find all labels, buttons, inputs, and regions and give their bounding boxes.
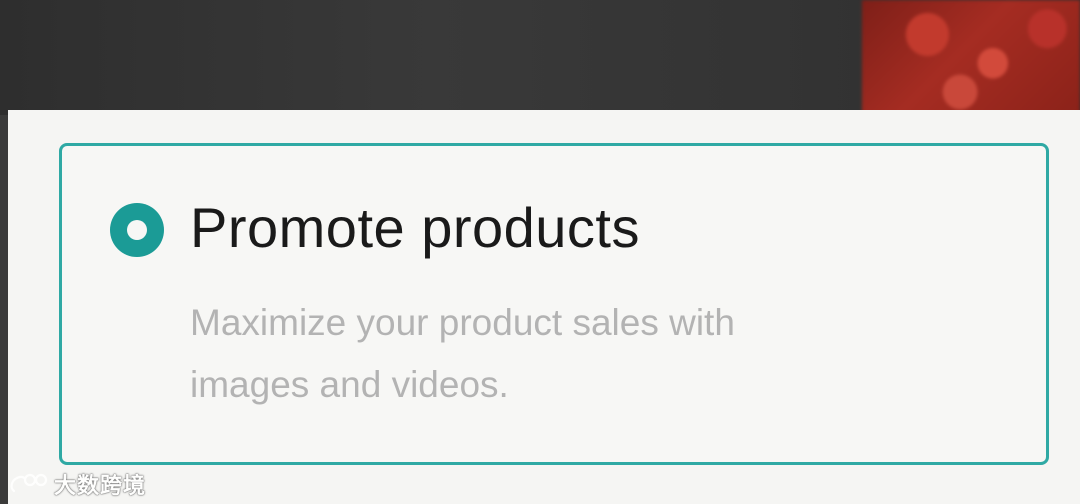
radio-selected-icon[interactable]: [110, 203, 164, 257]
watermark: 大数跨境: [8, 468, 146, 500]
radio-inner-dot: [127, 220, 147, 240]
weibo-like-logo-icon: [10, 473, 48, 493]
option-title: Promote products: [190, 196, 640, 259]
background-image-blurred: [862, 0, 1080, 115]
option-description: Maximize your product sales with images …: [190, 302, 735, 405]
watermark-text: 大数跨境: [54, 474, 147, 499]
